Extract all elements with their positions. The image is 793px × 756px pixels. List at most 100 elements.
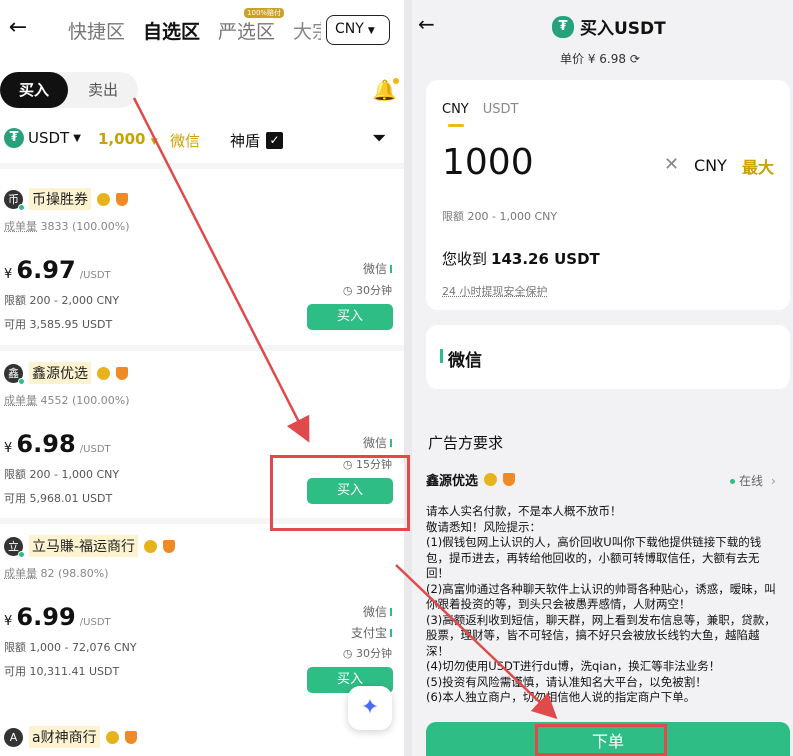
tab-favorites-zone[interactable]: 自选区	[143, 17, 200, 44]
tab-usdt[interactable]: USDT	[483, 102, 519, 117]
shield-icon	[116, 192, 128, 206]
caret-down-icon: ▼	[367, 26, 375, 36]
zone-tabs: 快捷区 自选区 严选区 100%赔付 大宗	[68, 8, 321, 44]
back-arrow-icon[interactable]: ←	[418, 12, 435, 36]
tab-bulk-zone[interactable]: 大宗	[293, 17, 321, 44]
tether-icon: ₮	[4, 128, 24, 148]
payment-marker	[390, 608, 392, 616]
buy-button[interactable]: 买入	[307, 304, 393, 330]
max-button[interactable]: 最大	[742, 154, 774, 178]
tab-select-zone-label: 严选区	[218, 21, 276, 43]
avatar: A	[4, 727, 23, 747]
merchant-status[interactable]: 在线 ›	[730, 472, 776, 489]
requirement-line: (6)本人独立商户，切勿相信他人说的指定商户下单。	[426, 690, 696, 704]
caret-down-icon: ▼	[73, 132, 81, 144]
ai-assistant-sparkle-icon[interactable]: ✦	[348, 686, 392, 730]
limit-label: 限额	[4, 641, 26, 654]
verified-badge-icon	[105, 730, 119, 744]
currency-symbol: ¥	[4, 267, 13, 282]
receive-label: 您收到	[442, 250, 488, 268]
merchant-price: ¥ 6.98 /USDT	[4, 430, 111, 458]
payment-method: 微信	[363, 434, 392, 451]
buy-sell-toggle: 买入 卖出	[0, 72, 138, 108]
requirements-merchant[interactable]: 鑫源优选	[426, 470, 516, 489]
price-unit: /USDT	[79, 444, 111, 455]
payment-time: ◷ 30分钟	[343, 645, 392, 661]
amount-input[interactable]: 1000	[442, 142, 534, 183]
tab-select-zone[interactable]: 严选区 100%赔付	[218, 8, 285, 44]
receive-value: 143.26 USDT	[491, 250, 600, 268]
tab-quick-zone[interactable]: 快捷区	[68, 17, 125, 44]
filter-bar: ₮ USDT ▼ 1,000 ▼ 微信 神盾 ✓ ⏷	[4, 128, 404, 154]
merchant-limit: 限额 200 - 1,000 CNY	[4, 466, 119, 482]
compensation-badge: 100%赔付	[244, 8, 285, 18]
asset-filter[interactable]: ₮ USDT ▼	[4, 128, 81, 148]
clear-icon[interactable]: ✕	[664, 154, 679, 175]
chevron-right-icon: ›	[771, 474, 776, 488]
buy-toggle-button[interactable]: 买入	[0, 72, 68, 108]
tab-cny[interactable]: CNY	[442, 102, 469, 117]
merchant-name: a财神商行	[29, 726, 100, 748]
avatar-initial: 币	[8, 192, 19, 206]
merchant-trades: 成单量 4552 (100.00%)	[4, 392, 130, 408]
merchant-header[interactable]: 鑫 鑫源优选	[4, 362, 128, 385]
shield-icon	[503, 473, 516, 486]
notification-dot	[392, 78, 399, 84]
sell-toggle-button[interactable]: 卖出	[70, 72, 136, 108]
merchant-name: 鑫源优选	[29, 362, 91, 384]
unit-price-label: 单价	[560, 52, 585, 66]
merchant-limit: 限额 1,000 - 72,076 CNY	[4, 639, 137, 655]
currency-select[interactable]: CNY ▼	[326, 15, 390, 45]
merchant-header[interactable]: 币 币操胜券	[4, 188, 128, 211]
back-arrow-icon[interactable]: ←	[4, 14, 32, 42]
shendun-checkbox[interactable]: ✓	[266, 132, 284, 149]
notification-bell-icon[interactable]: 🔔	[372, 78, 399, 102]
price-value: 6.99	[16, 603, 76, 631]
available-value: 3,585.95 USDT	[29, 318, 113, 331]
payment-method-name: 微信	[448, 351, 482, 371]
merchant-available: 可用 10,311.41 USDT	[4, 663, 119, 679]
amount-filter[interactable]: 1,000 ▼	[98, 130, 158, 148]
payment-method-card[interactable]: 微信	[426, 325, 790, 389]
merchant-header[interactable]: 立 立马賺-福运商行	[4, 535, 176, 558]
available-label: 可用	[4, 665, 26, 678]
merchant-limit: 限额 200 - 2,000 CNY	[4, 292, 119, 308]
merchant-card: 立 立马賺-福运商行 成单量 82 (98.80%) ¥ 6.99 /USDT …	[0, 535, 404, 707]
highlight-box	[535, 724, 667, 756]
withdraw-protection-link[interactable]: 24 小时提现安全保护	[442, 283, 548, 299]
price-unit: /USDT	[79, 270, 111, 281]
price-value: 6.97	[16, 256, 76, 284]
amount-card: CNY USDT 1000 ✕ CNY 最大 限额 200 - 1,000 CN…	[426, 80, 790, 310]
payment-filter[interactable]: 微信	[170, 130, 214, 151]
payment-label: 支付宝	[350, 626, 387, 640]
online-dot	[730, 479, 735, 484]
limit-value: 1,000 - 72,076 CNY	[29, 641, 137, 654]
order-limit: 限额 200 - 1,000 CNY	[442, 208, 557, 224]
available-value: 10,311.41 USDT	[29, 665, 120, 678]
tab-indicator	[448, 124, 464, 127]
filter-icon[interactable]: ⏷	[372, 128, 386, 149]
shield-icon	[163, 539, 176, 553]
requirement-line: (5)投资有风险需谨慎，请认准知名大平台，以免被割！	[426, 674, 707, 689]
avatar-initial: 鑫	[8, 366, 19, 380]
receive-amount: 您收到 143.26 USDT	[442, 248, 600, 269]
buy-order-panel: ← ₮ 买入USDT 单价 ¥ 6.98 ⟳ CNY USDT 1000 ✕ C…	[412, 0, 793, 756]
payment-marker	[440, 349, 443, 363]
merchant-available: 可用 5,968.01 USDT	[4, 490, 112, 506]
merchant-header[interactable]: A a财神商行	[4, 726, 137, 748]
refresh-icon[interactable]: ⟳	[630, 52, 640, 66]
avatar: 立	[4, 536, 25, 558]
zone-header: ← 快捷区 自选区 严选区 100%赔付 大宗 CNY▼	[0, 0, 404, 60]
amount-currency: CNY	[694, 156, 727, 175]
unit-price-value: ¥ 6.98	[587, 52, 627, 66]
requirement-line: 敬请悉知！风险提示：	[426, 519, 541, 534]
time-value: 30分钟	[356, 647, 392, 660]
requirement-line: (4)切勿使用USDT进行du博，洗qian，换汇等非法业务！	[426, 659, 721, 673]
shendun-filter[interactable]: 神盾 ✓	[230, 130, 284, 151]
currency-symbol: ¥	[4, 441, 13, 456]
merchant-name: 鑫源优选	[426, 474, 479, 489]
merchant-available: 可用 3,585.95 USDT	[4, 316, 112, 332]
payment-time: ◷ 30分钟	[343, 282, 392, 298]
merchant-price: ¥ 6.99 /USDT	[4, 603, 111, 631]
merchant-card: 币 币操胜券 成单量 3833 (100.00%) ¥ 6.97 /USDT 限…	[0, 188, 404, 360]
